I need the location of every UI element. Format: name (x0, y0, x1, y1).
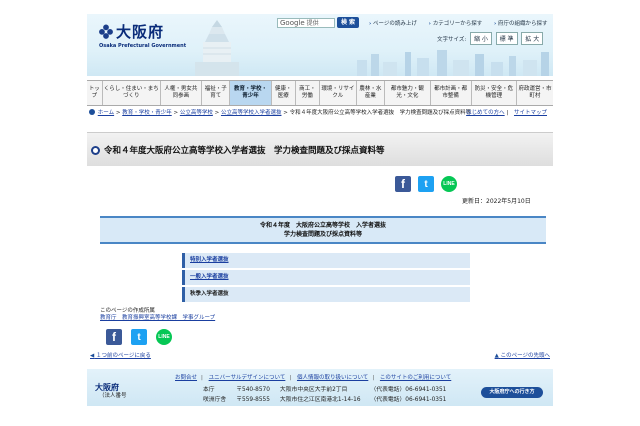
logo-english-text: Osaka Prefectural Government (99, 43, 187, 49)
line-share-button[interactable]: LINE (156, 329, 172, 345)
search-input[interactable]: Google 提供 (277, 18, 335, 28)
nav-item-top[interactable]: トップ (87, 81, 103, 105)
nav-item-administration[interactable]: 府政運営・市町村 (517, 81, 553, 105)
breadcrumb-admission[interactable]: 公立高等学校入学者選抜 (221, 110, 282, 116)
nav-item-tourism[interactable]: 都市魅力・観光・文化 (385, 81, 431, 105)
site-logo[interactable]: 大阪府 Osaka Prefectural Government (97, 20, 186, 50)
global-nav: トップ くらし・住まい・まちづくり 人権・男女共同参画 福祉・子育て 教育・学校… (87, 80, 553, 106)
info-line-2: 学力検査問題及び採点資料等 (283, 231, 362, 238)
font-size-large-button[interactable]: 拡 大 (521, 32, 544, 45)
facebook-share-button[interactable]: f (106, 329, 122, 345)
footer-privacy-link[interactable]: 個人情報の取り扱いについて (297, 375, 368, 381)
share-buttons-bottom: f t LINE (106, 329, 172, 345)
footer-org: 大阪府 （法人番号 (95, 383, 127, 401)
font-size-controls: 文字サイズ: 縮 小 標 準 拡 大 (437, 32, 544, 45)
breadcrumb-current: 令和４年度大阪府公立高等学校入学者選抜 学力検査問題及び採点資料等 (289, 110, 472, 116)
general-selection-link[interactable]: 一般入学者選抜 (190, 274, 229, 280)
arrow-icon: › (493, 21, 497, 27)
breadcrumb-home[interactable]: ホーム (98, 110, 114, 116)
osaka-logo-icon (99, 24, 113, 39)
page-top-arrow-icon: ▲ (494, 353, 499, 359)
list-item[interactable]: 一般入学者選抜 (182, 270, 470, 285)
nav-item-urban-planning[interactable]: 都市計画・都市整備 (431, 81, 472, 105)
special-selection-link[interactable]: 特別入学者選抜 (190, 257, 229, 263)
header-tool-links: › ページの読み上げ › カテゴリーから探す › 府庁の組織から探す (369, 19, 553, 27)
first-visit-link[interactable]: はじめての方へ (466, 110, 505, 116)
site-header: 大阪府 Osaka Prefectural Government Google … (87, 14, 553, 76)
site-footer: お問合せ | ユニバーサルデザインについて | 個人情報の取り扱いについて | このサ… (87, 369, 553, 406)
organization-search-link[interactable]: › 府庁の組織から探す (494, 21, 553, 27)
share-buttons-top: f t LINE (395, 176, 457, 192)
access-button[interactable]: 大阪府庁への行き方 (481, 387, 543, 398)
breadcrumb-public-high-school[interactable]: 公立高等学校 (180, 110, 213, 116)
font-size-standard-button[interactable]: 標 準 (495, 32, 518, 45)
title-bullet-icon (91, 146, 100, 155)
arrow-icon: › (369, 21, 372, 27)
city-skyline-illustration (357, 50, 549, 76)
home-icon (89, 109, 95, 115)
breadcrumb: ホーム > 教育・学校・青少年 > 公立高等学校 > 公立高等学校入学者選抜 >… (89, 109, 551, 117)
category-search-link[interactable]: › カテゴリーから探す (429, 21, 488, 27)
author-dept-link[interactable]: 教育庁 教育振興室高等学校課 学事グループ (100, 315, 215, 321)
footer-address-table: 本庁 〒540-8570 大阪市中央区大手前2丁目 （代表電話）06-6941-… (201, 384, 456, 406)
page-top-link[interactable]: ▲ このページの先頭へ (495, 351, 550, 359)
nav-item-agriculture[interactable]: 農林・水産業 (357, 81, 386, 105)
list-item[interactable]: 特別入学者選抜 (182, 253, 470, 268)
osaka-castle-illustration (195, 20, 239, 76)
updated-date: 更新日：2022年5月10日 (462, 198, 531, 205)
footer-org-number: （法人番号 (99, 393, 127, 399)
twitter-share-button[interactable]: t (418, 176, 434, 192)
search-button[interactable]: 検 索 (337, 17, 359, 28)
nav-item-environment[interactable]: 環境・リサイクル (320, 81, 357, 105)
breadcrumb-education[interactable]: 教育・学校・青少年 (122, 110, 172, 116)
nav-item-education[interactable]: 教育・学校・青少年 (230, 81, 272, 105)
table-row: 咲洲庁舎 〒559-8555 大阪市住之江区南港北1-14-16 （代表電話）0… (203, 397, 447, 403)
font-size-label: 文字サイズ: (437, 37, 467, 43)
nav-item-human-rights[interactable]: 人権・男女共同参画 (161, 81, 202, 105)
nav-item-welfare[interactable]: 福祉・子育て (202, 81, 231, 105)
footer-universal-design-link[interactable]: ユニバーサルデザインについて (209, 375, 286, 381)
page-title: 令和４年度大阪府公立高等学校入学者選抜 学力検査問題及び採点資料等 (104, 146, 385, 156)
author-info: このページの作成所属 教育庁 教育振興室高等学校課 学事グループ (100, 308, 215, 322)
facebook-share-button[interactable]: f (395, 176, 411, 192)
selection-list: 特別入学者選抜 一般入学者選抜 秋季入学者選抜 (182, 253, 470, 304)
list-item: 秋季入学者選抜 (182, 287, 470, 302)
title-bar: 令和４年度大阪府公立高等学校入学者選抜 学力検査問題及び採点資料等 (87, 132, 553, 166)
read-aloud-link[interactable]: › ページの読み上げ (369, 21, 422, 27)
nav-item-disaster[interactable]: 防災・安全・危機管理 (472, 81, 518, 105)
author-heading: このページの作成所属 (100, 308, 155, 314)
autumn-selection-label: 秋季入学者選抜 (190, 291, 229, 297)
font-size-small-button[interactable]: 縮 小 (469, 32, 492, 45)
line-share-button[interactable]: LINE (441, 176, 457, 192)
info-line-1: 令和４年度 大阪府公立高等学校 入学者選抜 (259, 222, 386, 229)
table-row: 本庁 〒540-8570 大阪市中央区大手前2丁目 （代表電話）06-6941-… (203, 387, 447, 393)
arrow-icon: › (428, 21, 431, 27)
footer-org-name: 大阪府 (95, 383, 119, 392)
twitter-share-button[interactable]: t (131, 329, 147, 345)
search-google-label: Google (280, 19, 305, 27)
back-arrow-icon: ◀ (90, 353, 95, 359)
back-link[interactable]: ◀ １つ前のページに戻る (90, 351, 151, 359)
nav-item-living[interactable]: くらし・住まい・まちづくり (103, 81, 161, 105)
nav-item-commerce[interactable]: 商工・労働 (296, 81, 320, 105)
breadcrumb-utility-links: はじめての方へ | サイトマップ (466, 110, 547, 116)
logo-text: 大阪府 (116, 23, 165, 41)
footer-terms-link[interactable]: このサイトのご利用について (380, 375, 451, 381)
page: 大阪府 Osaka Prefectural Government Google … (87, 14, 553, 406)
nav-item-health[interactable]: 健康・医療 (272, 81, 296, 105)
info-box: 令和４年度 大阪府公立高等学校 入学者選抜 学力検査問題及び採点資料等 (100, 216, 546, 244)
sitemap-link[interactable]: サイトマップ (514, 110, 547, 116)
footer-links: お問合せ | ユニバーサルデザインについて | 個人情報の取り扱いについて | このサ… (175, 375, 452, 381)
footer-contact-link[interactable]: お問合せ (175, 375, 197, 381)
search-placeholder: 提供 (306, 20, 319, 27)
